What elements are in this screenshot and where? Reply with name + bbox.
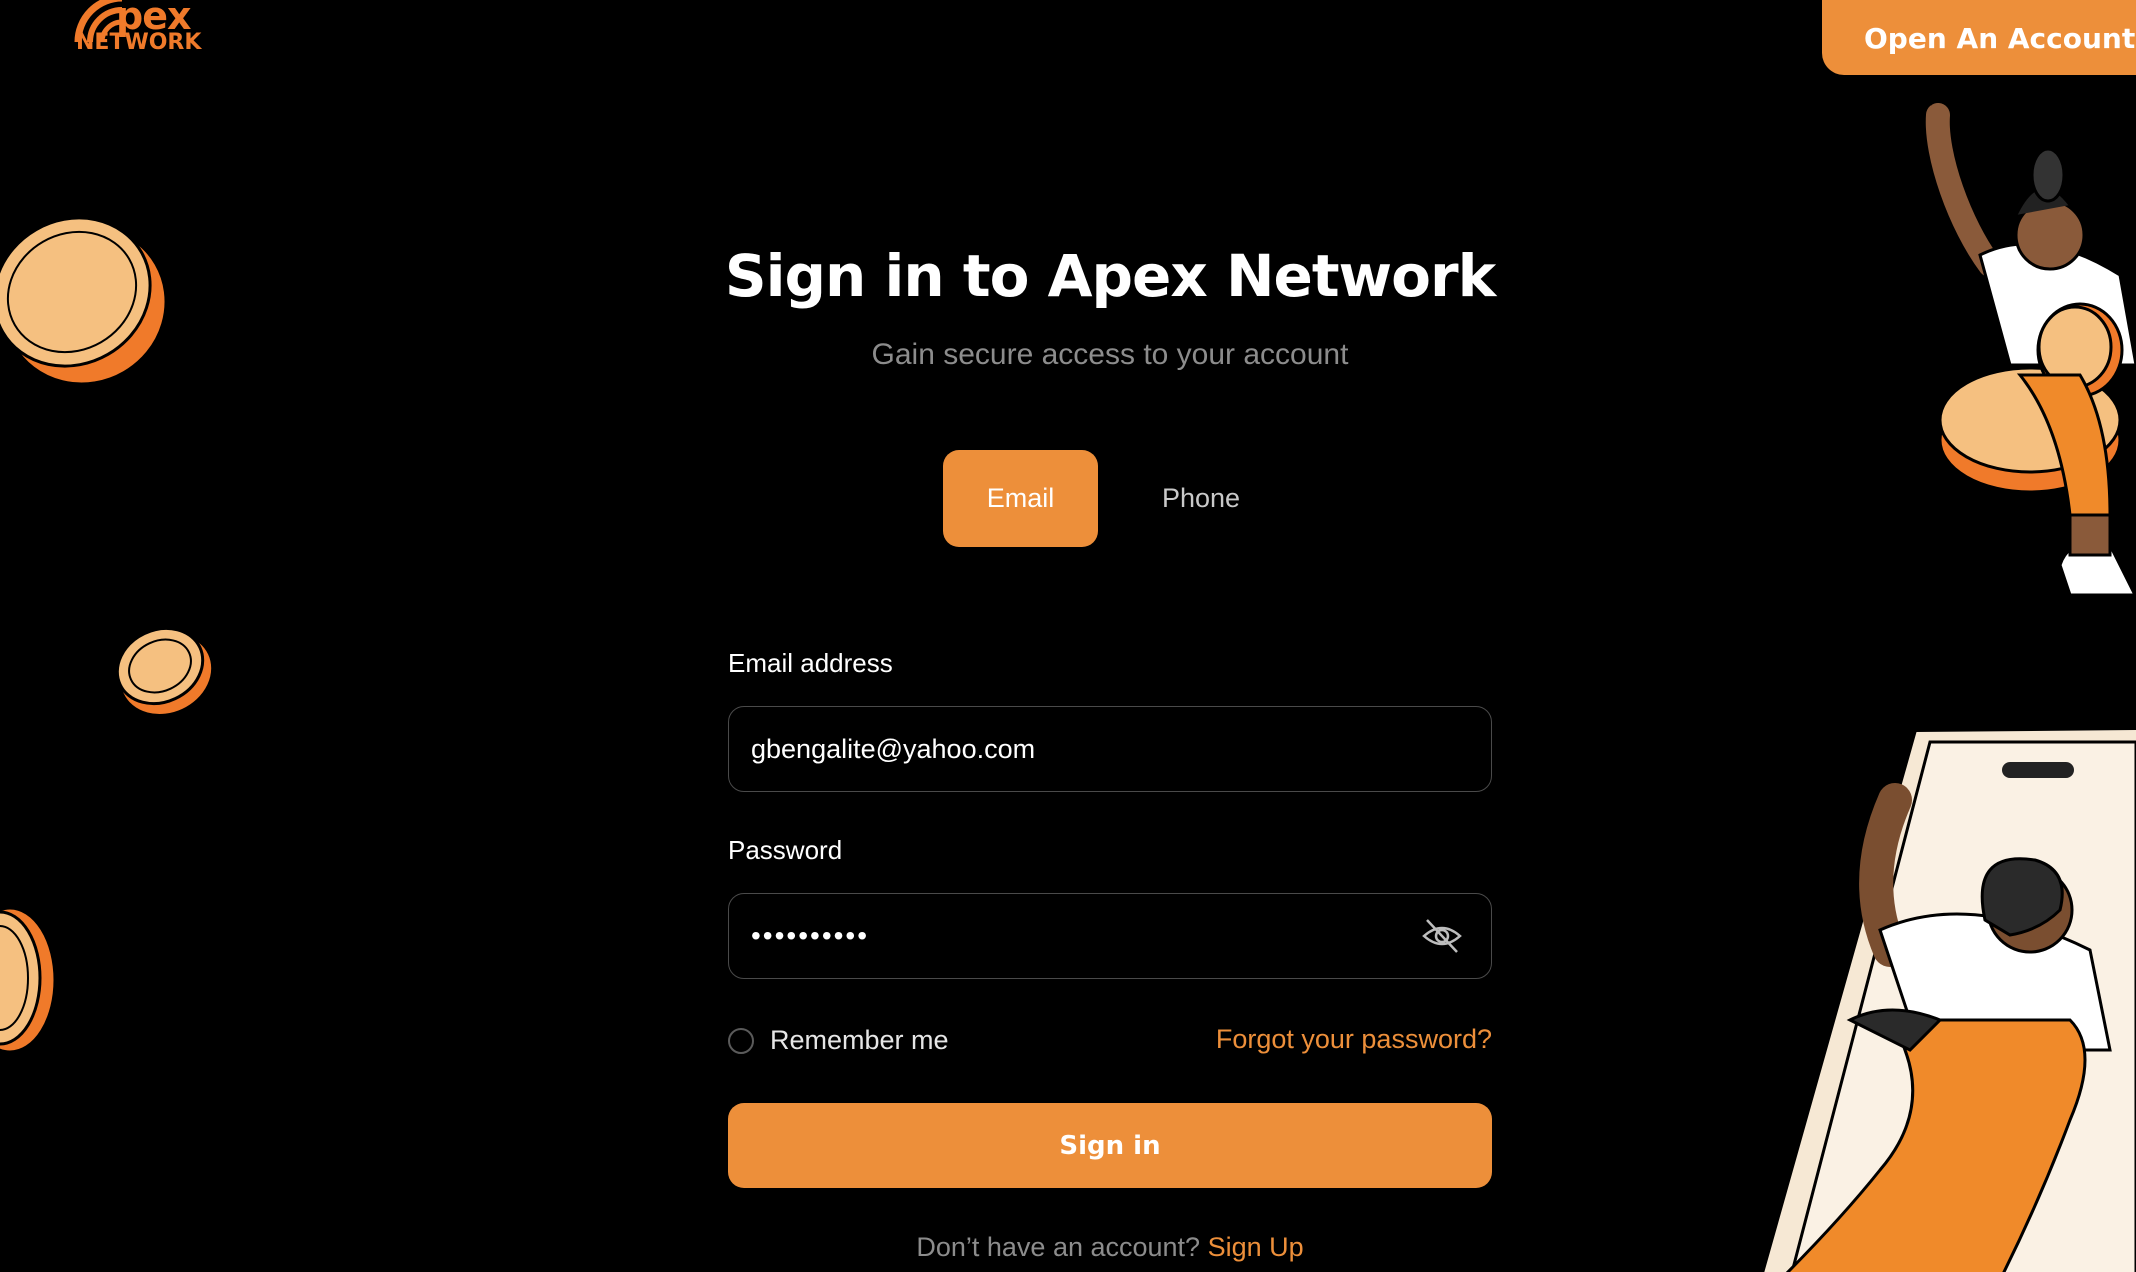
page-subtitle: Gain secure access to your account — [871, 338, 1349, 371]
checkbox-circle[interactable] — [728, 1027, 754, 1054]
person-climbing-phone-illustration — [1760, 726, 2136, 1272]
tab-email[interactable]: Email — [943, 450, 1098, 547]
coin-illustration — [0, 906, 57, 1054]
password-label: Password — [728, 835, 843, 865]
sign-in-button[interactable]: Sign in — [728, 1103, 1492, 1188]
coin-illustration — [115, 626, 215, 718]
email-field[interactable] — [751, 733, 1401, 765]
tab-phone[interactable]: Phone — [1125, 450, 1277, 547]
signup-line: Don’t have an account? Sign Up — [0, 1232, 2136, 1263]
brand-logo[interactable]: pex NETWORK — [72, 0, 212, 65]
password-field[interactable]: •••••••••• — [728, 893, 1492, 979]
email-label: Email address — [728, 648, 893, 678]
open-account-button[interactable]: Open An Account — [1822, 0, 2136, 75]
eye-off-icon[interactable] — [1421, 916, 1463, 956]
remember-me-label: Remember me — [770, 1025, 949, 1055]
page-title: Sign in to Apex Network — [724, 242, 1496, 310]
signup-prompt: Don’t have an account? — [916, 1232, 1201, 1262]
sign-in-page: pex NETWORK Open An Account Sign in to A… — [0, 0, 2136, 1272]
logo-subtext: NETWORK — [76, 30, 202, 55]
forgot-password-link[interactable]: Forgot your password? — [1216, 1024, 1492, 1055]
sign-up-link[interactable]: Sign Up — [1208, 1232, 1304, 1262]
remember-me-checkbox[interactable]: Remember me — [728, 1025, 949, 1056]
email-field-container — [728, 706, 1492, 792]
password-value: •••••••••• — [751, 920, 870, 951]
